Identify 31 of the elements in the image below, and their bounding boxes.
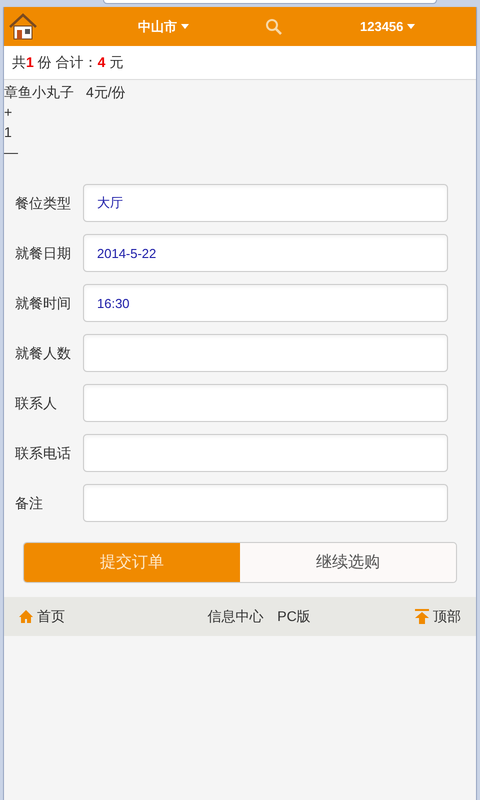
field-label: 备注 xyxy=(15,494,44,512)
input-field[interactable]: 大厅 xyxy=(83,184,448,222)
item-price: 4元/份 xyxy=(86,83,126,102)
caret-icon xyxy=(181,24,189,29)
field-label: 就餐日期 xyxy=(15,244,72,262)
input-field[interactable] xyxy=(83,334,448,372)
input-field[interactable] xyxy=(83,384,448,422)
footer-link[interactable]: PC版 xyxy=(277,606,311,627)
top-link[interactable]: 顶部 xyxy=(415,606,461,627)
input-field[interactable] xyxy=(83,434,448,472)
field-label: 联系电话 xyxy=(15,444,72,462)
plus-button[interactable]: + xyxy=(4,102,12,122)
order-summary: 共1 份 合计：4 元 xyxy=(12,53,124,72)
search-icon[interactable] xyxy=(264,18,284,36)
field-label: 就餐人数 xyxy=(15,344,72,362)
input-field[interactable]: 2014-5-22 xyxy=(83,234,448,272)
home-icon[interactable] xyxy=(8,12,38,40)
footer-link[interactable]: 信息中心 xyxy=(207,606,264,627)
home-link[interactable]: 首页 xyxy=(19,606,65,627)
input-field[interactable] xyxy=(83,484,448,522)
caret-icon xyxy=(407,24,416,29)
minus-button[interactable]: — xyxy=(4,142,18,162)
item-quantity: 1 xyxy=(4,123,12,142)
continue-button[interactable]: 继续选购 xyxy=(240,543,456,582)
input-field[interactable]: 16:30 xyxy=(83,284,448,322)
field-label: 餐位类型 xyxy=(15,194,72,212)
home-icon xyxy=(19,610,33,623)
item-name: 章鱼小丸子 xyxy=(4,83,74,102)
field-label: 联系人 xyxy=(15,394,58,412)
field-label: 就餐时间 xyxy=(15,294,72,312)
up-arrow-icon xyxy=(415,609,429,624)
